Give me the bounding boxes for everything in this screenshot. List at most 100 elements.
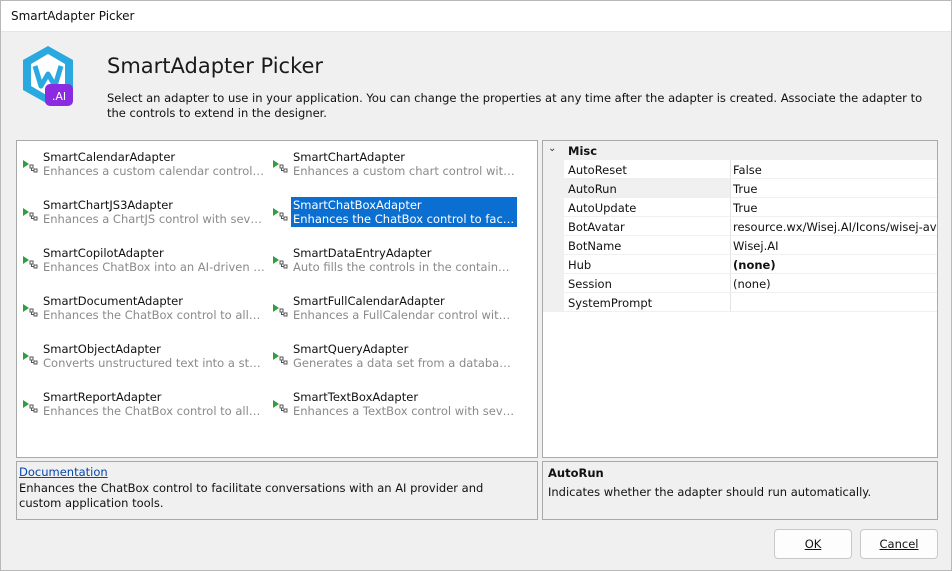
- adapter-name: SmartFullCalendarAdapter: [293, 294, 445, 308]
- adapter-item[interactable]: SmartChartAdapter Enhances a custom chart…: [269, 149, 515, 179]
- property-category-label: Misc: [568, 144, 598, 158]
- property-name[interactable]: BotName: [564, 236, 731, 255]
- property-value[interactable]: False: [731, 160, 937, 179]
- adapter-component-icon: [273, 304, 288, 317]
- property-value[interactable]: [731, 293, 937, 312]
- adapter-component-icon: [273, 352, 288, 365]
- property-name[interactable]: BotAvatar: [564, 217, 731, 236]
- title-bar: SmartAdapter Picker: [1, 1, 951, 32]
- adapter-description: Enhances the ChatBox control to facilita…: [293, 212, 515, 226]
- adapter-description: Enhances the ChatBox control to allow s.…: [43, 404, 265, 418]
- adapter-component-icon: [23, 352, 38, 365]
- dialog-heading: SmartAdapter Picker: [107, 54, 324, 78]
- adapter-item[interactable]: SmartReportAdapter Enhances the ChatBox c…: [19, 389, 265, 419]
- adapter-name: SmartReportAdapter: [43, 390, 162, 404]
- property-category-misc[interactable]: ⌄ Misc: [543, 141, 937, 160]
- adapter-item[interactable]: SmartObjectAdapter Converts unstructured …: [19, 341, 265, 371]
- property-value[interactable]: Wisej.AI: [731, 236, 937, 255]
- cancel-button-label: Cancel: [879, 537, 919, 551]
- adapter-component-icon: [273, 400, 288, 413]
- help-title: AutoRun: [548, 466, 604, 480]
- adapter-description: Enhances ChatBox into an AI-driven assi.…: [43, 260, 265, 274]
- adapter-component-icon: [273, 256, 288, 269]
- property-row-botavatar[interactable]: BotAvatar resource.wx/Wisej.AI/Icons/wise…: [543, 217, 937, 236]
- property-value[interactable]: resource.wx/Wisej.AI/Icons/wisej-avata: [731, 217, 937, 236]
- adapter-name: SmartObjectAdapter: [43, 342, 161, 356]
- adapter-description: Enhances the ChatBox control to allow s.…: [43, 308, 265, 322]
- adapter-list[interactable]: SmartCalendarAdapter Enhances a custom ca…: [16, 140, 538, 458]
- adapter-component-icon: [23, 400, 38, 413]
- documentation-link[interactable]: Documentation: [19, 465, 108, 479]
- property-row-gutter: [543, 293, 564, 312]
- property-row-gutter: [543, 179, 564, 198]
- property-row-autoreset[interactable]: AutoReset False: [543, 160, 937, 179]
- adapter-name: SmartTextBoxAdapter: [293, 390, 419, 404]
- property-row-gutter: [543, 160, 564, 179]
- adapter-description: Enhances a TextBox control with several …: [293, 404, 515, 418]
- adapter-item[interactable]: SmartQueryAdapter Generates a data set fr…: [269, 341, 515, 371]
- property-help-panel: AutoRun Indicates whether the adapter sh…: [542, 461, 938, 520]
- adapter-component-icon: [273, 160, 288, 173]
- property-row-systemprompt[interactable]: SystemPrompt: [543, 293, 937, 312]
- adapter-name: SmartCopilotAdapter: [43, 246, 164, 260]
- property-name[interactable]: AutoUpdate: [564, 198, 731, 217]
- ok-button-label: OK: [804, 537, 822, 551]
- help-text: Indicates whether the adapter should run…: [548, 485, 872, 499]
- window-title: SmartAdapter Picker: [11, 9, 135, 23]
- dialog-window: SmartAdapter Picker .AI SmartAdapter Pic…: [0, 0, 952, 571]
- property-row-gutter: [543, 198, 564, 217]
- documentation-panel: Documentation Enhances the ChatBox contr…: [16, 461, 538, 520]
- adapter-description: Enhances a ChartJS control with several …: [43, 212, 265, 226]
- property-value[interactable]: True: [731, 198, 937, 217]
- property-row-botname[interactable]: BotName Wisej.AI: [543, 236, 937, 255]
- adapter-item[interactable]: SmartCalendarAdapter Enhances a custom ca…: [19, 149, 265, 179]
- dialog-description: Select an adapter to use in your applica…: [107, 91, 923, 120]
- property-value[interactable]: (none): [731, 274, 937, 293]
- wisej-ai-logo-icon: .AI: [23, 46, 73, 106]
- property-name[interactable]: AutoRun: [564, 179, 731, 198]
- property-row-gutter: [543, 236, 564, 255]
- property-row-gutter: [543, 274, 564, 293]
- property-value[interactable]: (none): [731, 255, 937, 274]
- property-row-gutter: [543, 217, 564, 236]
- adapter-name: SmartChatBoxAdapter: [293, 198, 422, 212]
- adapter-name: SmartDocumentAdapter: [43, 294, 183, 308]
- dialog-header: .AI SmartAdapter Picker Select an adapte…: [1, 32, 951, 132]
- adapter-description: Auto fills the controls in the container…: [293, 260, 515, 274]
- property-row-hub[interactable]: Hub (none): [543, 255, 937, 274]
- property-name[interactable]: SystemPrompt: [564, 293, 731, 312]
- adapter-item[interactable]: SmartCopilotAdapter Enhances ChatBox into…: [19, 245, 265, 275]
- adapter-name: SmartDataEntryAdapter: [293, 246, 432, 260]
- adapter-item[interactable]: SmartDataEntryAdapter Auto fills the cont…: [269, 245, 515, 275]
- chevron-down-icon[interactable]: ⌄: [548, 143, 560, 157]
- svg-text:.AI: .AI: [52, 90, 66, 103]
- property-row-gutter: [543, 255, 564, 274]
- adapter-item[interactable]: SmartFullCalendarAdapter Enhances a FullC…: [269, 293, 515, 323]
- adapter-component-icon: [273, 208, 288, 221]
- adapter-description: Converts unstructured text into a struct…: [43, 356, 265, 370]
- adapter-name: SmartChartAdapter: [293, 150, 406, 164]
- adapter-component-icon: [23, 256, 38, 269]
- documentation-text: Enhances the ChatBox control to facilita…: [19, 481, 484, 510]
- ok-button[interactable]: OK: [774, 529, 852, 559]
- adapter-description: Enhances a FullCalendar control with sev…: [293, 308, 515, 322]
- adapter-description: Generates a data set from a database sch…: [293, 356, 515, 370]
- adapter-name: SmartCalendarAdapter: [43, 150, 176, 164]
- property-name[interactable]: Session: [564, 274, 731, 293]
- adapter-name: SmartChartJS3Adapter: [43, 198, 174, 212]
- adapter-item[interactable]: SmartTextBoxAdapter Enhances a TextBox co…: [269, 389, 515, 419]
- property-row-session[interactable]: Session (none): [543, 274, 937, 293]
- adapter-name: SmartQueryAdapter: [293, 342, 409, 356]
- property-name[interactable]: Hub: [564, 255, 731, 274]
- property-value[interactable]: True: [731, 179, 937, 198]
- property-row-autoupdate[interactable]: AutoUpdate True: [543, 198, 937, 217]
- adapter-item[interactable]: SmartChartJS3Adapter Enhances a ChartJS c…: [19, 197, 265, 227]
- property-grid[interactable]: ⌄ Misc AutoReset False AutoRun True AutoUpda…: [542, 140, 938, 458]
- adapter-item[interactable]: SmartChatBoxAdapter Enhances the ChatBox …: [269, 197, 517, 227]
- adapter-description: Enhances a custom calendar control wit..…: [43, 164, 265, 178]
- property-row-autorun[interactable]: AutoRun True: [543, 179, 937, 198]
- property-name[interactable]: AutoReset: [564, 160, 731, 179]
- adapter-description: Enhances a custom chart control with se.…: [293, 164, 515, 178]
- cancel-button[interactable]: Cancel: [860, 529, 938, 559]
- adapter-item[interactable]: SmartDocumentAdapter Enhances the ChatBox…: [19, 293, 265, 323]
